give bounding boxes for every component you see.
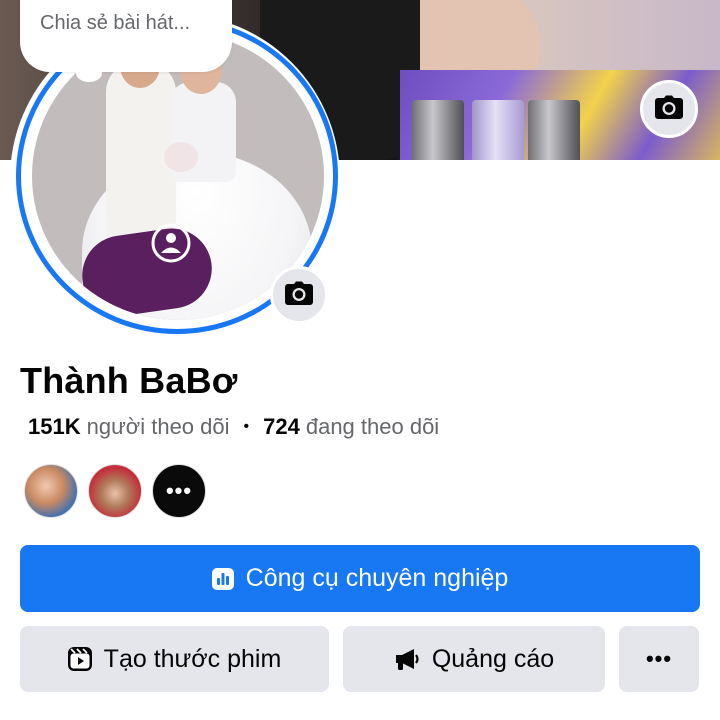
share-song-note[interactable]: Chia sẻ bài hát...	[20, 0, 232, 72]
ads-button[interactable]: Quảng cáo	[343, 626, 605, 692]
stats-separator: •	[243, 418, 250, 435]
following-count[interactable]: 724	[263, 414, 300, 440]
avatar-photo-detail	[164, 142, 198, 172]
camera-icon	[655, 95, 683, 124]
megaphone-icon	[394, 647, 420, 671]
following-label[interactable]: đang theo dõi	[306, 414, 439, 440]
followers-label[interactable]: người theo dõi	[87, 414, 230, 440]
cover-photo-detail	[528, 100, 580, 160]
create-reel-button[interactable]: Tạo thước phim	[20, 626, 329, 692]
ads-label: Quảng cáo	[431, 644, 555, 673]
edit-avatar-button[interactable]	[270, 266, 328, 324]
friends-preview: •••	[24, 464, 206, 518]
more-friends-label: •••	[165, 478, 193, 503]
profile-guard-icon	[150, 222, 192, 269]
follow-stats: 151K người theo dõi • 724 đang theo dõi	[28, 414, 439, 440]
camera-icon	[285, 281, 313, 310]
more-options-button[interactable]: •••	[619, 626, 699, 692]
friend-avatar[interactable]	[24, 464, 78, 518]
more-options-label: •••	[645, 646, 673, 671]
more-friends-button[interactable]: •••	[152, 464, 206, 518]
friend-avatar[interactable]	[88, 464, 142, 518]
dashboard-icon	[211, 567, 234, 590]
professional-tools-label: Công cụ chuyên nghiệp	[245, 564, 509, 592]
followers-count[interactable]: 151K	[28, 414, 81, 440]
cover-photo-detail	[412, 100, 464, 160]
note-bubble-tail	[76, 64, 102, 82]
edit-cover-button[interactable]	[640, 80, 698, 138]
cover-photo-detail	[472, 100, 524, 160]
create-reel-label: Tạo thước phim	[103, 644, 282, 673]
professional-tools-button[interactable]: Công cụ chuyên nghiệp	[20, 545, 700, 612]
share-song-placeholder: Chia sẻ bài hát...	[40, 12, 191, 34]
reel-icon	[67, 647, 92, 671]
profile-name: Thành BaBơ	[20, 360, 238, 401]
